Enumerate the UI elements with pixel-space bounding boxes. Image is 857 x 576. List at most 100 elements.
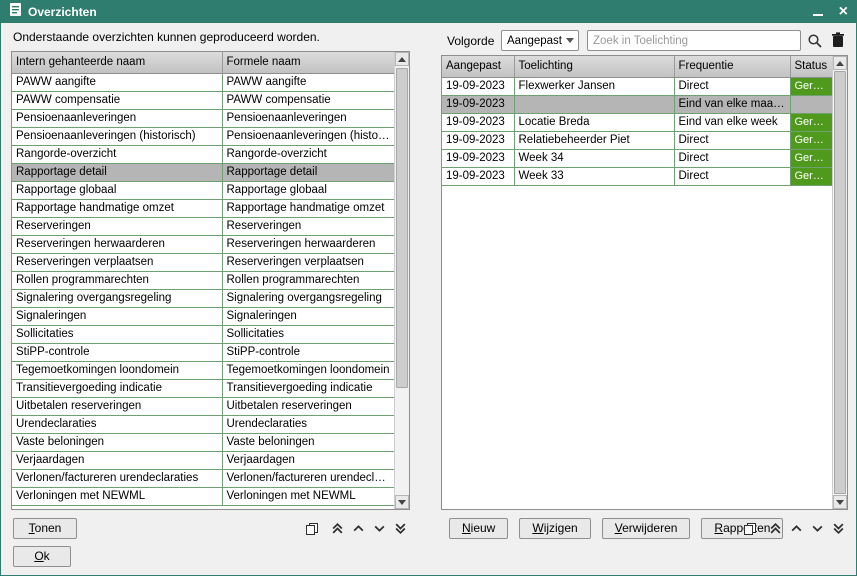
scrollbar-thumb[interactable]	[834, 71, 846, 494]
toelichting-cell[interactable]: Locatie Breda	[514, 113, 674, 131]
intern-naam-cell[interactable]: Urendeclaraties	[12, 415, 222, 433]
scroll-up-arrow[interactable]	[395, 52, 409, 66]
frequentie-cell[interactable]: Eind van elke week	[674, 113, 790, 131]
status-cell[interactable]: Gereed	[790, 77, 832, 95]
minimize-button[interactable]	[813, 3, 823, 21]
formele-naam-cell[interactable]: PAWW compensatie	[222, 91, 394, 109]
overzicht-row[interactable]: StiPP-controleStiPP-controle	[12, 343, 394, 361]
overzicht-row[interactable]: Pensioenaanleveringen (historisch)Pensio…	[12, 127, 394, 145]
scroll-down-arrow[interactable]	[395, 495, 409, 509]
formele-naam-cell[interactable]: Reserveringen verplaatsen	[222, 253, 394, 271]
intern-naam-cell[interactable]: Transitievergoeding indicatie	[12, 379, 222, 397]
formele-naam-cell[interactable]: Verlonen/factureren urendeclaraties	[222, 469, 394, 487]
aangepast-cell[interactable]: 19-09-2023	[442, 167, 514, 185]
formele-naam-cell[interactable]: Signalering overgangsregeling	[222, 289, 394, 307]
overzicht-row[interactable]: SignaleringenSignaleringen	[12, 307, 394, 325]
copy-button[interactable]	[741, 520, 758, 537]
formele-naam-cell[interactable]: Uitbetalen reserveringen	[222, 397, 394, 415]
overzicht-row[interactable]: Tegemoetkomingen loondomeinTegemoetkomin…	[12, 361, 394, 379]
aangepast-cell[interactable]: 19-09-2023	[442, 149, 514, 167]
intern-naam-cell[interactable]: PAWW aangifte	[12, 73, 222, 91]
formele-naam-cell[interactable]: Transitievergoeding indicatie	[222, 379, 394, 397]
overzicht-row[interactable]: Rapportage detailRapportage detail	[12, 163, 394, 181]
rapport-row[interactable]: 19-09-2023Week 33DirectGereed	[442, 167, 832, 185]
intern-naam-cell[interactable]: Rollen programmarechten	[12, 271, 222, 289]
intern-naam-cell[interactable]: Pensioenaanleveringen (historisch)	[12, 127, 222, 145]
search-input[interactable]	[587, 30, 801, 51]
copy-button[interactable]	[303, 520, 320, 537]
intern-naam-cell[interactable]: PAWW compensatie	[12, 91, 222, 109]
formele-naam-cell[interactable]: Rollen programmarechten	[222, 271, 394, 289]
scroll-up-button[interactable]	[350, 520, 367, 537]
intern-naam-cell[interactable]: Vaste beloningen	[12, 433, 222, 451]
frequentie-cell[interactable]: Direct	[674, 77, 790, 95]
formele-naam-cell[interactable]: Rapportage detail	[222, 163, 394, 181]
intern-naam-cell[interactable]: StiPP-controle	[12, 343, 222, 361]
intern-naam-cell[interactable]: Pensioenaanleveringen	[12, 109, 222, 127]
frequentie-cell[interactable]: Direct	[674, 167, 790, 185]
overzicht-row[interactable]: Rangorde-overzichtRangorde-overzicht	[12, 145, 394, 163]
overzicht-row[interactable]: Uitbetalen reserveringenUitbetalen reser…	[12, 397, 394, 415]
overzicht-row[interactable]: PensioenaanleveringenPensioenaanlevering…	[12, 109, 394, 127]
overzicht-row[interactable]: Reserveringen verplaatsenReserveringen v…	[12, 253, 394, 271]
toelichting-cell[interactable]: Week 34	[514, 149, 674, 167]
tonen-button[interactable]: Tonen	[13, 518, 77, 539]
toelichting-cell[interactable]	[514, 95, 674, 113]
intern-naam-cell[interactable]: Reserveringen	[12, 217, 222, 235]
frequentie-cell[interactable]: Eind van elke maand	[674, 95, 790, 113]
close-button[interactable]: ×	[839, 5, 848, 19]
overzicht-row[interactable]: PAWW aangiftePAWW aangifte	[12, 73, 394, 91]
intern-naam-cell[interactable]: Rapportage detail	[12, 163, 222, 181]
formele-naam-cell[interactable]: StiPP-controle	[222, 343, 394, 361]
scrollbar-thumb[interactable]	[396, 68, 408, 388]
scroll-top-button[interactable]	[767, 520, 784, 537]
toelichting-cell[interactable]: Flexwerker Jansen	[514, 77, 674, 95]
intern-naam-cell[interactable]: Rapportage handmatige omzet	[12, 199, 222, 217]
scroll-down-button[interactable]	[809, 520, 826, 537]
search-button[interactable]	[806, 32, 824, 50]
overzicht-row[interactable]: PAWW compensatiePAWW compensatie	[12, 91, 394, 109]
formele-naam-cell[interactable]: Rapportage globaal	[222, 181, 394, 199]
rapport-row[interactable]: 19-09-2023Locatie BredaEind van elke wee…	[442, 113, 832, 131]
overzicht-row[interactable]: Verlonen/factureren urendeclaratiesVerlo…	[12, 469, 394, 487]
volgorde-dropdown[interactable]: Aangepast	[501, 30, 579, 51]
overzicht-row[interactable]: Vaste beloningenVaste beloningen	[12, 433, 394, 451]
rapport-row[interactable]: 19-09-2023Relatiebeheerder PietDirectGer…	[442, 131, 832, 149]
overzicht-row[interactable]: VerjaardagenVerjaardagen	[12, 451, 394, 469]
scroll-up-button[interactable]	[788, 520, 805, 537]
formele-naam-cell[interactable]: Signaleringen	[222, 307, 394, 325]
formele-naam-cell[interactable]: Rapportage handmatige omzet	[222, 199, 394, 217]
intern-naam-cell[interactable]: Signalering overgangsregeling	[12, 289, 222, 307]
scroll-down-button[interactable]	[371, 520, 388, 537]
intern-naam-cell[interactable]: Reserveringen verplaatsen	[12, 253, 222, 271]
toelichting-cell[interactable]: Week 33	[514, 167, 674, 185]
formele-naam-cell[interactable]: Rangorde-overzicht	[222, 145, 394, 163]
overzicht-row[interactable]: Signalering overgangsregelingSignalering…	[12, 289, 394, 307]
frequentie-cell[interactable]: Direct	[674, 149, 790, 167]
formele-naam-cell[interactable]: Vaste beloningen	[222, 433, 394, 451]
verwijderen-button[interactable]: Verwijderen	[602, 518, 691, 539]
scroll-up-arrow[interactable]	[833, 56, 847, 70]
formele-naam-cell[interactable]: Pensioenaanleveringen	[222, 109, 394, 127]
toelichting-cell[interactable]: Relatiebeheerder Piet	[514, 131, 674, 149]
overzicht-row[interactable]: Rapportage handmatige omzetRapportage ha…	[12, 199, 394, 217]
nieuw-button[interactable]: Nieuw	[449, 518, 508, 539]
left-scrollbar[interactable]	[394, 52, 409, 509]
formele-naam-cell[interactable]: Tegemoetkomingen loondomein	[222, 361, 394, 379]
overzicht-row[interactable]: ReserveringenReserveringen	[12, 217, 394, 235]
scroll-bottom-button[interactable]	[830, 520, 847, 537]
overzicht-row[interactable]: UrendeclaratiesUrendeclaraties	[12, 415, 394, 433]
scroll-top-button[interactable]	[329, 520, 346, 537]
status-cell[interactable]: Gereed	[790, 113, 832, 131]
rapport-row[interactable]: 19-09-2023Flexwerker JansenDirectGereed	[442, 77, 832, 95]
overzicht-row[interactable]: Verloningen met NEWMLVerloningen met NEW…	[12, 487, 394, 505]
intern-naam-cell[interactable]: Signaleringen	[12, 307, 222, 325]
intern-naam-cell[interactable]: Verlonen/factureren urendeclaraties	[12, 469, 222, 487]
scroll-down-arrow[interactable]	[833, 495, 847, 509]
formele-naam-cell[interactable]: Verloningen met NEWML	[222, 487, 394, 505]
overzicht-row[interactable]: Transitievergoeding indicatieTransitieve…	[12, 379, 394, 397]
formele-naam-cell[interactable]: Sollicitaties	[222, 325, 394, 343]
status-cell[interactable]: Gereed	[790, 167, 832, 185]
formele-naam-cell[interactable]: Reserveringen	[222, 217, 394, 235]
formele-naam-cell[interactable]: Pensioenaanleveringen (historisch)	[222, 127, 394, 145]
